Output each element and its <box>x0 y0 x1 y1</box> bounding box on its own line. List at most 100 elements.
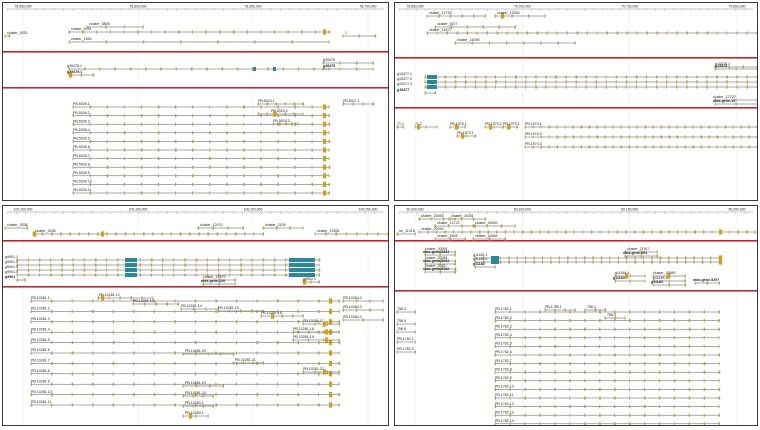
gene-model-track-exon <box>669 279 670 282</box>
cluster-track-exon <box>106 40 107 43</box>
isoform-track-exon <box>373 102 374 105</box>
isoform-track-exon <box>719 336 720 339</box>
gene-model-track-exon <box>196 258 198 261</box>
gene-model-track-exon <box>555 85 556 88</box>
isoform-track-exon <box>329 140 331 143</box>
gene-model-track-exon <box>736 80 737 83</box>
cluster-track-exon <box>9 34 11 37</box>
cluster-track-exon <box>143 25 144 28</box>
gene-model-track-exon <box>505 75 506 78</box>
gene-model-track-exon <box>173 273 174 276</box>
isoform-track-exon <box>661 135 663 138</box>
cluster-track-exon <box>69 40 70 43</box>
panel-bottom-right: 50,000,00050,100,00050,150,00050,200,000… <box>394 205 758 426</box>
gene-model-track-exon <box>495 80 497 83</box>
isoform-track-exon <box>90 105 92 108</box>
gene-model-track-exon <box>285 263 286 266</box>
isoform-track-exon <box>154 393 156 396</box>
cluster-label: cluster_13260 <box>497 11 520 15</box>
isoform-track-exon <box>192 148 193 151</box>
gene-model-track-exon <box>500 260 501 263</box>
isoform-track-exon <box>554 328 556 331</box>
gene-model-track-exon <box>235 278 236 281</box>
isoform-track-exon <box>653 135 654 138</box>
cluster-track-exon <box>427 31 428 34</box>
gene-model-track-exon <box>736 102 737 105</box>
gene-model-track-exon <box>176 67 177 70</box>
isoform-track-exon <box>524 319 525 322</box>
gene-model-track-exon <box>636 80 637 83</box>
isoform-track-exon <box>585 308 586 311</box>
isoform-track-exon <box>113 299 114 302</box>
isoform-track-exon <box>685 145 686 148</box>
gene-model-track-exon <box>645 279 646 282</box>
isoform-track-exon <box>524 414 525 417</box>
gene-model-label: g15478 <box>715 64 727 68</box>
isoform-track-exon <box>339 362 341 365</box>
track-view-top-left[interactable]: 78,550,00078,600,00078,650,00078,700,000… <box>3 3 388 200</box>
isoform-label: PB.1782.13 <box>495 410 514 414</box>
isoform-track-exon <box>689 371 690 374</box>
isoform-track-exon <box>584 345 585 348</box>
isoform-track-exon <box>524 371 526 374</box>
isoform-track-highlight-exon <box>329 402 332 407</box>
isoform-track-exon <box>597 135 599 138</box>
isoform-track-exon <box>599 328 600 331</box>
isoform-track-exon <box>175 183 176 186</box>
cluster-track-exon <box>143 40 144 43</box>
isoform-label: PB.1782.10 <box>495 385 514 389</box>
genome-browser-grid: 78,550,00078,600,00078,650,00078,700,000… <box>0 0 760 428</box>
cluster-track-exon <box>217 40 218 43</box>
gene-model-track-exon <box>191 67 193 70</box>
gene-model-track-exon <box>61 258 63 261</box>
cluster-track-exon <box>447 31 449 34</box>
gene-model-track-exon <box>17 278 19 281</box>
gene-model-track-exon <box>515 80 516 83</box>
cluster-track-exon <box>152 232 153 235</box>
gene-model-track-exon <box>669 283 671 286</box>
isoform-track-exon <box>236 362 237 365</box>
gene-model-track-exon <box>517 256 518 259</box>
isoform-track-exon <box>569 345 570 348</box>
isoform-track-exon <box>645 135 646 138</box>
isoform-track-exon <box>258 112 259 115</box>
isoform-label: PB.1782.9 <box>495 376 512 380</box>
isoform-track-exon <box>174 383 175 386</box>
isoform-track-exon <box>689 405 690 408</box>
isoform-track-exon <box>383 299 384 302</box>
cluster-track-exon <box>707 31 709 34</box>
isoform-track-exon <box>584 319 585 322</box>
track-view-bottom-left[interactable]: 100,100,000100,150,000100,200,000100,250… <box>3 206 388 425</box>
cluster-track-exon <box>263 226 265 229</box>
gene-model-track-exon <box>251 263 252 266</box>
isoform-track-exon <box>674 336 675 339</box>
track-view-bottom-right[interactable]: 50,000,00050,100,00050,150,00050,200,000… <box>395 206 757 425</box>
cluster-track-exon <box>457 31 459 34</box>
gene-model-track-exon <box>251 273 252 276</box>
isoform-track-exon <box>158 140 160 143</box>
isoform-track-exon <box>524 405 525 408</box>
isoform-track-exon <box>629 388 630 391</box>
isoform-track-exon <box>223 384 224 387</box>
isoform-track-exon <box>369 299 370 302</box>
isoform-label: PB.10281.17 <box>303 319 324 323</box>
isoform-track-exon <box>141 174 142 177</box>
isoform-track-exon <box>113 393 114 396</box>
isoform-label: PB.10281.15 <box>218 306 239 310</box>
isoform-track-exon <box>329 183 330 186</box>
isoform-track-exon <box>674 310 675 313</box>
isoform-track-exon <box>174 299 175 302</box>
gene-model-track-exon <box>283 67 284 70</box>
gene-model-track-exon <box>565 80 567 83</box>
isoform-track-exon <box>107 166 109 169</box>
isoform-track-exon <box>215 403 217 406</box>
isoform-label: 71.1 <box>415 122 422 126</box>
gene-model-track-exon <box>525 260 526 263</box>
cluster-track-exon <box>487 224 488 227</box>
section-divider <box>395 57 757 59</box>
cluster-label: cluster_24064 <box>475 234 498 238</box>
gene-model-track-exon <box>525 256 526 259</box>
gene-model-track-exon <box>736 98 737 101</box>
isoform-track-exon <box>549 145 550 148</box>
track-view-top-right[interactable]: 79,650,00079,700,00079,750,00079,800,000… <box>395 3 757 200</box>
